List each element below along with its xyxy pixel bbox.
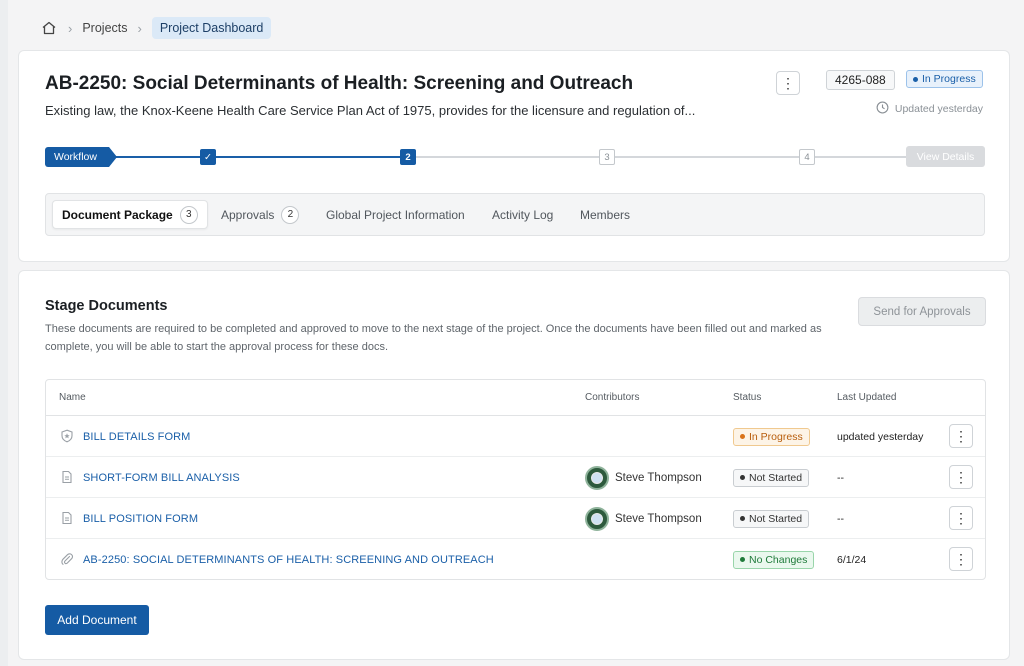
project-header-card: AB-2250: Social Determinants of Health: … (18, 50, 1010, 262)
row-more-button[interactable]: ⋮ (949, 465, 973, 489)
last-updated: updated yesterday (837, 430, 924, 443)
contributor-name: Steve Thompson (615, 471, 702, 484)
workflow-step-3[interactable]: 3 (599, 149, 615, 165)
project-id: 4265-088 (826, 70, 895, 90)
breadcrumb-projects[interactable]: Projects (82, 21, 127, 35)
status-label: Not Started (749, 471, 803, 484)
column-header-status: Status (733, 392, 762, 403)
project-updated: Updated yesterday (876, 101, 983, 117)
row-more-button[interactable]: ⋮ (949, 547, 973, 571)
document-icon (60, 470, 74, 484)
document-link[interactable]: BILL DETAILS FORM (83, 416, 190, 457)
stage-documents-card: Stage Documents These documents are requ… (18, 270, 1010, 660)
status-badge: In Progress (733, 427, 810, 446)
workflow-step-2[interactable]: 2 (400, 149, 416, 165)
project-updated-text: Updated yesterday (894, 103, 983, 115)
tab-label: Activity Log (492, 207, 554, 222)
status-badge: Not Started (733, 468, 810, 487)
shield-icon (60, 429, 74, 443)
view-details-button[interactable]: View Details (906, 146, 985, 167)
avatar (585, 465, 609, 490)
add-document-button[interactable]: Add Document (45, 605, 149, 635)
status-dot-icon (740, 516, 745, 521)
project-description: Existing law, the Knox-Keene Health Care… (45, 103, 696, 118)
document-link[interactable]: AB-2250: SOCIAL DETERMINANTS OF HEALTH: … (83, 539, 494, 580)
last-updated: -- (837, 471, 844, 484)
avatar (585, 506, 609, 531)
paperclip-icon (60, 552, 74, 566)
status-label: In Progress (749, 430, 803, 443)
status-badge: Not Started (733, 509, 810, 528)
column-header-name: Name (59, 392, 86, 403)
status-cell: Not Started (733, 498, 810, 539)
status-cell: No Changes (733, 539, 815, 580)
more-vertical-icon: ⋮ (954, 428, 968, 444)
tab-members[interactable]: Members (571, 200, 639, 229)
tab-activity-log[interactable]: Activity Log (483, 200, 562, 229)
last-updated: 6/1/24 (837, 553, 867, 566)
project-more-button[interactable]: ⋮ (776, 71, 800, 95)
stage-documents-description: These documents are required to be compl… (45, 323, 822, 353)
documents-table: Name Contributors Status Last Updated BI… (45, 379, 986, 580)
column-header-contributors: Contributors (585, 392, 640, 403)
table-row: BILL DETAILS FORM In Progress updated ye… (46, 416, 985, 457)
document-link[interactable]: BILL POSITION FORM (83, 498, 198, 539)
table-header: Name Contributors Status Last Updated (46, 380, 985, 416)
tab-bar: Document Package 3 Approvals 2 Global Pr… (45, 193, 985, 236)
more-vertical-icon: ⋮ (781, 75, 795, 91)
contributor: Steve Thompson (585, 457, 702, 498)
status-badge: No Changes (733, 550, 815, 569)
workflow-label: Workflow (45, 147, 117, 167)
status-cell: In Progress (733, 416, 810, 457)
chevron-right-icon: › (137, 20, 142, 36)
workflow-progress-remaining (409, 156, 907, 158)
status-dot-icon (913, 76, 918, 82)
status-dot-icon (740, 557, 745, 562)
workflow-step-4[interactable]: 4 (799, 149, 815, 165)
tab-approvals[interactable]: Approvals 2 (212, 200, 308, 229)
chevron-right-icon: › (68, 20, 73, 36)
breadcrumb: › Projects › Project Dashboard (40, 16, 272, 40)
table-row: SHORT-FORM BILL ANALYSIS Steve Thompson … (46, 457, 985, 498)
tab-global-project-information[interactable]: Global Project Information (317, 200, 474, 229)
tab-document-package[interactable]: Document Package 3 (52, 200, 208, 229)
status-label: Not Started (749, 512, 803, 525)
last-updated: -- (837, 512, 844, 525)
document-icon (60, 511, 74, 525)
row-more-button[interactable]: ⋮ (949, 506, 973, 530)
tab-label: Document Package (62, 207, 173, 222)
home-icon[interactable] (40, 19, 58, 37)
table-row: BILL POSITION FORM Steve Thompson Not St… (46, 498, 985, 539)
send-for-approvals-button[interactable]: Send for Approvals (858, 297, 986, 326)
workflow-step-1[interactable]: ✓ (200, 149, 216, 165)
status-dot-icon (740, 475, 745, 480)
stage-documents-title: Stage Documents (45, 298, 168, 314)
breadcrumb-project-dashboard: Project Dashboard (151, 17, 272, 39)
status-cell: Not Started (733, 457, 810, 498)
status-dot-icon (740, 434, 745, 439)
clock-icon (876, 101, 889, 117)
tab-label: Members (580, 207, 631, 222)
document-link[interactable]: SHORT-FORM BILL ANALYSIS (83, 457, 240, 498)
contributor-name: Steve Thompson (615, 512, 702, 525)
project-status-badge: In Progress (906, 70, 983, 88)
project-status-label: In Progress (922, 73, 976, 85)
tab-label: Global Project Information (326, 207, 465, 222)
workflow-progress-complete (109, 156, 409, 158)
more-vertical-icon: ⋮ (954, 551, 968, 567)
tab-label: Approvals (221, 207, 275, 222)
tab-count-badge: 2 (281, 205, 300, 224)
more-vertical-icon: ⋮ (954, 510, 968, 526)
table-row: AB-2250: SOCIAL DETERMINANTS OF HEALTH: … (46, 539, 985, 580)
row-more-button[interactable]: ⋮ (949, 424, 973, 448)
project-title: AB-2250: Social Determinants of Health: … (45, 73, 634, 94)
contributor: Steve Thompson (585, 498, 702, 539)
more-vertical-icon: ⋮ (954, 469, 968, 485)
column-header-last-updated: Last Updated (837, 392, 897, 403)
status-label: No Changes (749, 553, 808, 566)
left-edge (0, 0, 8, 666)
tab-count-badge: 3 (179, 205, 198, 224)
